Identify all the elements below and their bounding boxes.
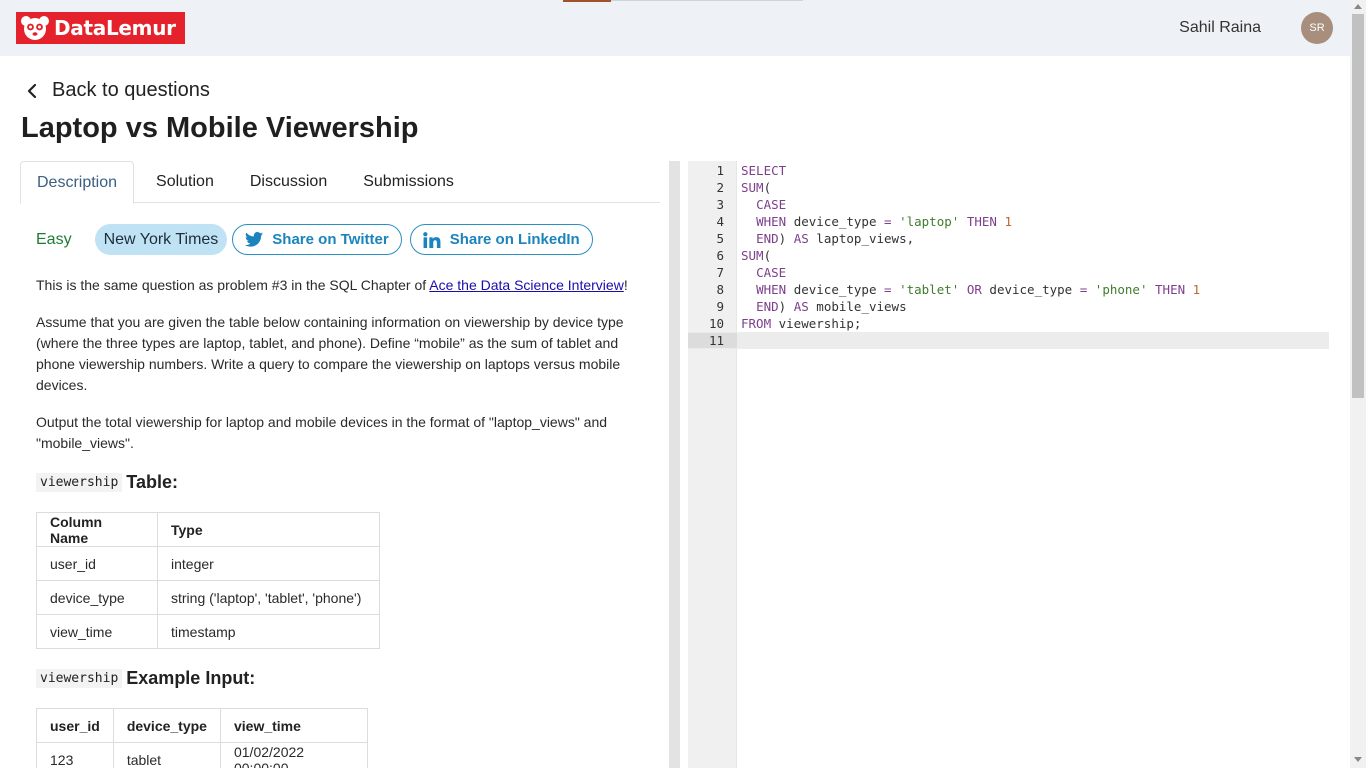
line-number: 8 (716, 282, 724, 297)
code-line[interactable]: 11 (688, 332, 1329, 349)
code-text: WHEN device_type = 'tablet' OR device_ty… (756, 282, 1201, 297)
schema-table-heading: viewership Table: (36, 472, 178, 493)
table-cell: 01/02/2022 00:00:00 (219, 742, 369, 768)
share-linkedin-button[interactable]: Share on LinkedIn (409, 224, 593, 255)
code-text: SUM( (741, 248, 772, 263)
question-tabs: Description Solution Discussion Submissi… (20, 161, 660, 204)
line-number: 1 (716, 163, 724, 178)
code-line[interactable]: 10 FROM viewership; (688, 315, 1329, 332)
twitter-icon (245, 232, 264, 247)
question-tags: Easy New York Times Share on Twitter Sha… (36, 224, 601, 255)
pane-resize-handle[interactable] (669, 161, 680, 768)
top-nav-bar: DataLemur Sahil Raina SR (0, 0, 1350, 56)
line-number: 2 (716, 180, 724, 195)
line-number: 9 (716, 299, 724, 314)
intro-text-end: ! (623, 277, 628, 293)
share-linkedin-label: Share on LinkedIn (449, 231, 580, 248)
linkedin-icon (422, 231, 441, 248)
schema-table-name: viewership (36, 473, 123, 492)
line-number: 3 (716, 197, 724, 212)
table-cell: tablet (112, 742, 221, 768)
scrollbar-thumb[interactable] (1352, 14, 1364, 398)
table-row: user_id integer (36, 546, 380, 581)
line-number: 5 (716, 231, 724, 246)
tab-solution[interactable]: Solution (140, 161, 230, 203)
output-paragraph: Output the total viewership for laptop a… (36, 414, 608, 451)
table-cell: view_time (36, 614, 158, 649)
sql-code-editor[interactable]: 1 SELECT 2 SUM(3 CASE 4 WHEN device_type = '… (688, 161, 1329, 768)
code-text: WHEN device_type = 'laptop' THEN 1 (756, 214, 1012, 229)
table-cell: 123 (36, 742, 114, 768)
schema-table: Column Name Type user_id integer device_… (36, 512, 380, 649)
tab-description[interactable]: Description (20, 161, 135, 204)
table-header-row: user_id device_type view_time (36, 708, 369, 743)
code-line[interactable]: 1 SELECT (688, 162, 1329, 179)
column-header: Type (157, 512, 380, 547)
chevron-left-icon (27, 83, 37, 98)
line-number: 11 (688, 333, 737, 348)
table-cell: user_id (36, 546, 158, 581)
datalemur-logo[interactable]: DataLemur (16, 12, 185, 44)
code-line[interactable]: 5 END) AS laptop_views, (688, 230, 1329, 247)
back-to-questions-link[interactable]: Back to questions (24, 79, 210, 102)
column-header: Column Name (36, 512, 158, 547)
ace-interview-link[interactable]: Ace the Data Science Interview (429, 277, 624, 293)
code-text: END) AS mobile_views (756, 299, 907, 314)
table-row: device_type string ('laptop', 'tablet', … (36, 580, 380, 615)
tab-submissions[interactable]: Submissions (347, 161, 470, 203)
code-line[interactable]: 9 END) AS mobile_views (688, 298, 1329, 315)
line-number: 6 (716, 248, 724, 263)
code-line[interactable]: 8 WHEN device_type = 'tablet' OR device_… (688, 281, 1329, 298)
column-header: device_type (112, 708, 221, 743)
column-header: view_time (219, 708, 369, 743)
schema-table-heading-label: Table: (126, 472, 178, 492)
lemur-logo-icon (21, 16, 49, 40)
code-line[interactable]: 3 CASE (688, 196, 1329, 213)
page-load-progress (563, 0, 611, 2)
table-row: view_time timestamp (36, 614, 380, 649)
intro-paragraph: This is the same question as problem #3 … (36, 275, 636, 296)
problem-paragraph: Assume that you are given the table belo… (36, 314, 624, 393)
table-cell: timestamp (157, 614, 380, 649)
share-twitter-button[interactable]: Share on Twitter (232, 224, 402, 255)
example-input-heading-label: Example Input: (126, 668, 256, 688)
code-text: SUM( (741, 180, 772, 195)
table-cell: device_type (36, 580, 158, 615)
page-load-track (611, 0, 803, 1)
difficulty-badge: Easy (36, 230, 72, 248)
brand-name: DataLemur (54, 16, 176, 40)
example-input-table: user_id device_type view_time 123 tablet… (36, 708, 369, 768)
table-row: 123 tablet 01/02/2022 00:00:00 (36, 742, 369, 768)
line-number: 4 (716, 214, 724, 229)
back-label: Back to questions (52, 79, 210, 101)
page-scrollbar[interactable] (1350, 0, 1366, 768)
page-title: Laptop vs Mobile Viewership (21, 112, 419, 144)
avatar[interactable]: SR (1301, 12, 1333, 44)
code-line[interactable]: 6 SUM( (688, 247, 1329, 264)
code-line[interactable]: 2 SUM( (688, 179, 1329, 196)
code-line[interactable]: 4 WHEN device_type = 'laptop' THEN 1 (688, 213, 1329, 230)
user-name[interactable]: Sahil Raina (1179, 19, 1261, 37)
example-table-name: viewership (36, 669, 123, 688)
company-badge[interactable]: New York Times (94, 224, 228, 255)
table-header-row: Column Name Type (36, 512, 380, 547)
example-input-heading: viewership Example Input: (36, 668, 255, 689)
table-cell: integer (157, 546, 380, 581)
code-line[interactable]: 7 CASE (688, 264, 1329, 281)
line-number: 7 (716, 265, 724, 280)
code-text: FROM viewership; (741, 316, 862, 331)
scroll-down-arrow-icon[interactable] (1354, 757, 1362, 762)
intro-text: This is the same question as problem #3 … (36, 277, 430, 293)
line-number: 10 (708, 316, 724, 331)
scroll-up-arrow-icon[interactable] (1354, 4, 1362, 9)
column-header: user_id (36, 708, 114, 743)
share-twitter-label: Share on Twitter (272, 231, 389, 248)
tab-discussion[interactable]: Discussion (234, 161, 343, 203)
table-cell: string ('laptop', 'tablet', 'phone') (157, 580, 380, 615)
code-text: SELECT (741, 163, 787, 178)
code-text: END) AS laptop_views, (756, 231, 915, 246)
code-text: CASE (756, 265, 787, 280)
code-text: CASE (756, 197, 787, 212)
